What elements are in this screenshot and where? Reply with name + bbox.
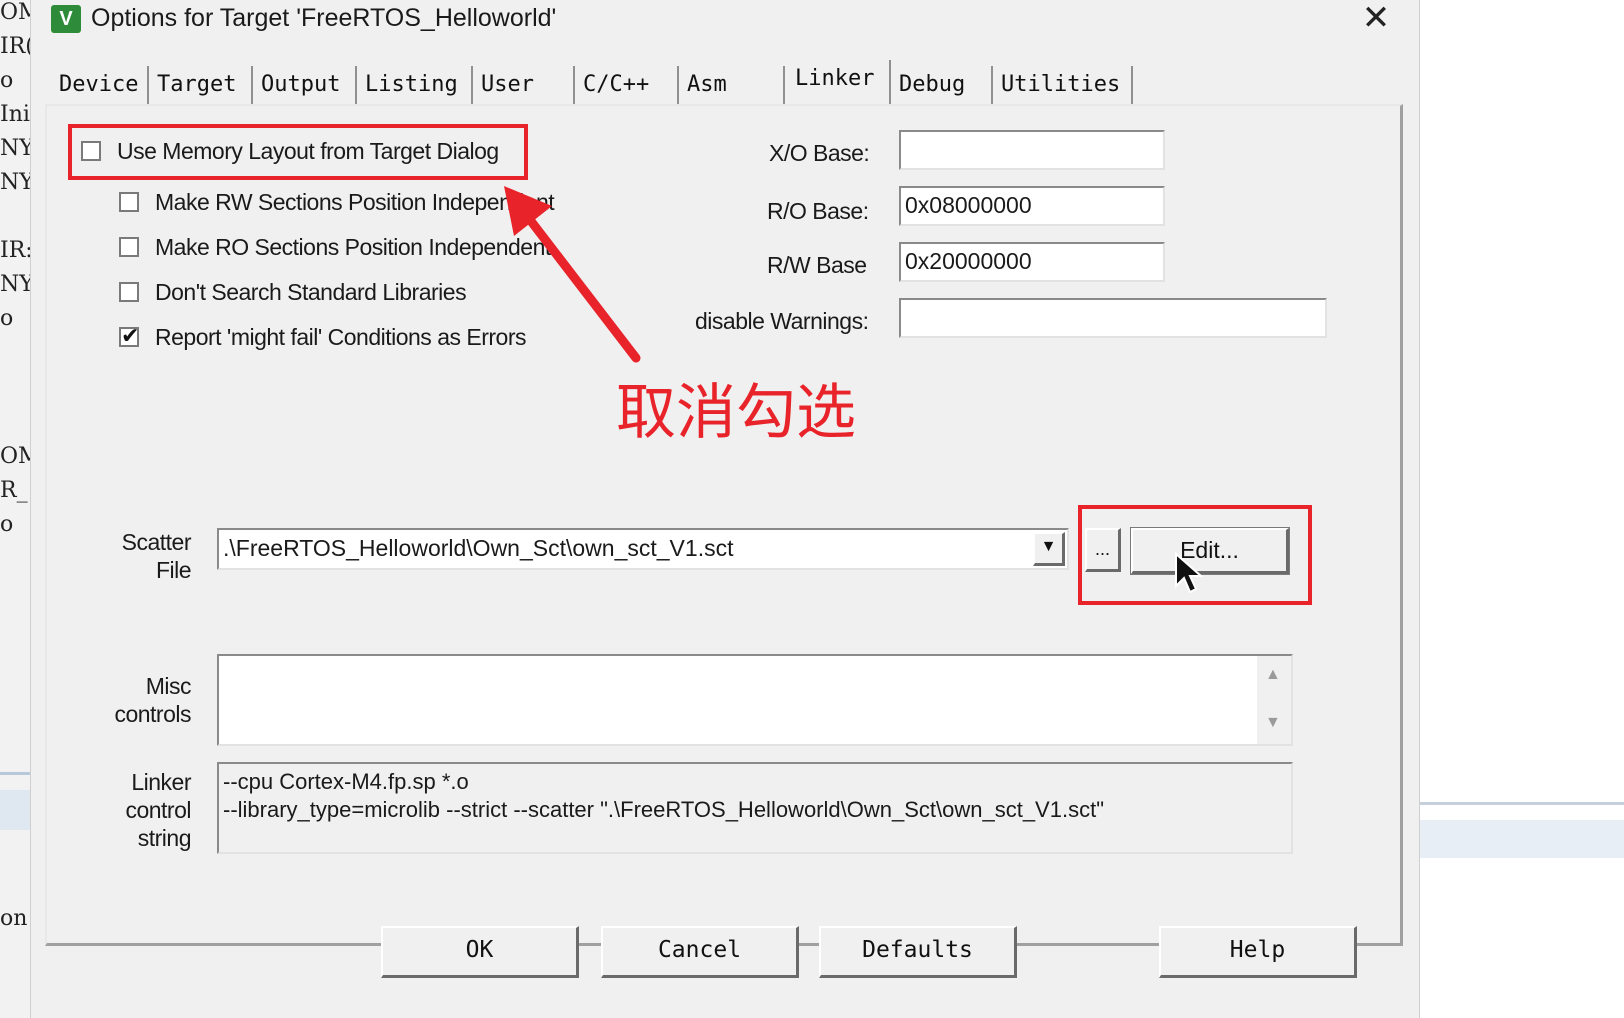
background-text: OM: [0,444,30,469]
background-text: NY [0,272,30,297]
xo-base-label: X/O Base: [769,140,870,166]
rw-independent-checkbox[interactable] [119,192,139,212]
option-rw-position-independent[interactable]: Make RW Sections Position Independent [119,187,555,217]
background-divider [1418,802,1624,805]
help-button[interactable]: Help [1159,926,1357,978]
ok-button[interactable]: OK [381,926,579,978]
background-divider [0,790,30,830]
scatter-file-label: Scatter File [91,528,192,584]
background-divider [1418,820,1624,858]
scatter-file-combobox[interactable]: .\FreeRTOS_Helloworld\Own_Sct\own_sct_V1… [217,528,1069,570]
tab-output[interactable]: Output [253,66,357,104]
background-text: Ini [0,102,30,127]
chevron-down-icon[interactable]: ▼ [1033,532,1065,566]
report-might-fail-checkbox[interactable] [119,323,139,349]
background-text: NY [0,170,30,195]
title-bar[interactable]: V Options for Target 'FreeRTOS_Helloworl… [31,0,1419,42]
scatter-label-line: Scatter [121,529,192,555]
tab-c-cpp[interactable]: C/C++ [575,66,679,104]
option-dont-search-std-libs[interactable]: Don't Search Standard Libraries [119,277,467,307]
scatter-file-value: .\FreeRTOS_Helloworld\Own_Sct\own_sct_V1… [223,535,734,561]
background-divider [0,772,30,775]
control-string-line: --library_type=microlib --strict --scatt… [223,797,1104,822]
dont-search-libs-checkbox[interactable] [119,282,139,302]
background-text: o [0,68,14,93]
tab-utilities[interactable]: Utilities [993,66,1133,104]
background-text: OM [0,0,30,25]
mouse-cursor-icon [1175,552,1204,594]
annotation-highlight-box [68,124,528,180]
rw-base-input[interactable]: 0x20000000 [899,242,1165,282]
control-label-line: control [125,797,191,823]
misc-label-line: controls [114,701,191,727]
background-text: IR( [0,34,30,59]
option-label: Don't Search Standard Libraries [155,278,467,305]
misc-controls-input[interactable] [217,654,1293,746]
ro-base-label: R/O Base: [767,198,869,224]
misc-label-line: Misc [145,673,192,699]
scroll-down-icon[interactable]: ▼ [1265,714,1281,732]
dialog-title: Options for Target 'FreeRTOS_Helloworld' [91,4,557,32]
tab-device[interactable]: Device [51,66,149,104]
control-string-line: --cpu Cortex-M4.fp.sp *.o [223,769,469,794]
option-label: Report 'might fail' Conditions as Errors [155,323,527,350]
tab-user[interactable]: User [473,66,575,104]
background-text: on [0,906,28,931]
defaults-button[interactable]: Defaults [819,926,1017,978]
option-report-might-fail[interactable]: Report 'might fail' Conditions as Errors [119,322,527,352]
background-text: R_ [0,478,28,503]
misc-controls-label: Misc controls [81,672,191,728]
linker-control-string: --cpu Cortex-M4.fp.sp *.o --library_type… [217,762,1293,854]
tab-asm[interactable]: Asm [679,66,785,104]
background-text: IR: [0,238,30,263]
disable-warnings-label: disable Warnings: [695,308,869,334]
cancel-button[interactable]: Cancel [601,926,799,978]
ro-base-input[interactable]: 0x08000000 [899,186,1165,226]
linker-control-label: Linker control string [81,768,191,852]
control-label-line: Linker [131,769,191,795]
tab-linker[interactable]: Linker [785,60,891,106]
disable-warnings-input[interactable] [899,298,1327,338]
control-label-line: string [137,825,192,851]
xo-base-input[interactable] [899,130,1165,170]
scatter-label-line: File [155,557,192,583]
background-text: NY [0,136,30,161]
background-text: o [0,512,14,537]
background-window: OM IR( o Ini NY NY IR: NY o OM: R_ o on [0,0,30,1018]
tab-listing[interactable]: Listing [357,66,473,104]
annotation-arrow-icon [504,186,641,363]
ro-independent-checkbox[interactable] [119,237,139,257]
background-text: o [0,306,14,331]
annotation-text: 取消勾选 [616,378,856,448]
option-ro-position-independent[interactable]: Make RO Sections Position Independent [119,232,551,262]
close-button[interactable]: ✕ [1351,0,1401,40]
keil-uvision-icon: V [51,5,81,33]
tab-target[interactable]: Target [149,66,253,104]
scroll-up-icon[interactable]: ▲ [1265,666,1281,684]
misc-scrollbar[interactable]: ▲ ▼ [1257,656,1291,744]
tab-debug[interactable]: Debug [891,66,993,104]
rw-base-label: R/W Base [767,252,867,278]
